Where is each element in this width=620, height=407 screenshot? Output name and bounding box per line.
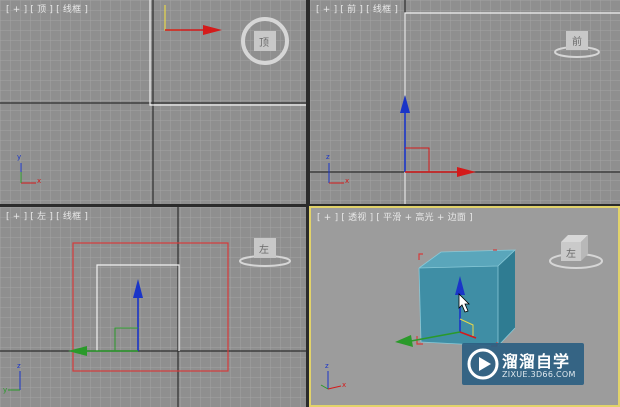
watermark-url: ZIXUE.3D66.COM — [502, 370, 576, 379]
watermark-title: 溜溜自学 — [502, 352, 571, 371]
axis-tripod — [320, 371, 342, 390]
axis-label-z: z — [326, 153, 330, 161]
viewport-top[interactable]: 顶 y x [ + ] [ 顶 ] [ 线框 ] — [0, 0, 306, 204]
viewcube-face-label: 左 — [259, 245, 269, 256]
viewcube-face-label: 前 — [572, 37, 582, 48]
viewcube-face-label: 顶 — [259, 38, 269, 49]
viewport-label-perspective[interactable]: [ + ] [ 透视 ] [ 平滑 + 高光 + 边面 ] — [317, 210, 473, 223]
viewport-left[interactable]: 左 z y [ + ] [ 左 ] [ 线框 ] — [0, 207, 306, 407]
axis-label-z: z — [325, 362, 329, 370]
axis-label-x: x — [37, 177, 42, 185]
axis-label-x: x — [345, 177, 350, 185]
axis-label-y: y — [17, 153, 22, 161]
box-object[interactable] — [418, 249, 517, 347]
viewcube-face-label: 左 — [566, 249, 576, 260]
axis-label-y: y — [3, 386, 8, 394]
watermark-logo: 溜溜自学 ZIXUE.3D66.COM — [462, 343, 584, 385]
axis-label-z: z — [17, 362, 21, 370]
viewcube[interactable] — [549, 235, 603, 269]
viewport-label-left[interactable]: [ + ] [ 左 ] [ 线框 ] — [6, 209, 88, 222]
viewport-layout: 顶 y x [ + ] [ 顶 ] [ 线框 ] 前 z x [+] [前… — [0, 0, 620, 407]
axis-label-x: x — [342, 381, 347, 389]
play-logo-icon — [467, 348, 499, 380]
viewport-front[interactable]: 前 z x [ + ] [ 前 ] [ 线框 ] — [310, 0, 620, 204]
viewport-label-top[interactable]: [ + ] [ 顶 ] [ 线框 ] — [6, 2, 88, 15]
viewport-label-front[interactable]: [ + ] [ 前 ] [ 线框 ] — [316, 2, 398, 15]
